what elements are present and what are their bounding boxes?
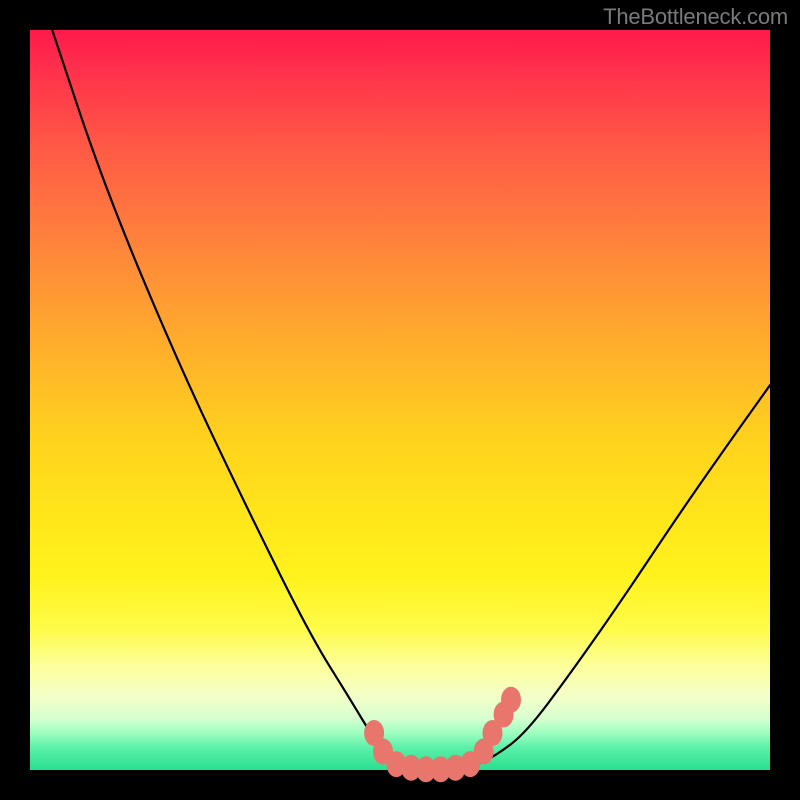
trough-markers	[364, 687, 521, 783]
plot-area	[30, 30, 770, 770]
chart-frame: TheBottleneck.com	[0, 0, 800, 800]
trough-marker	[501, 687, 521, 713]
bottleneck-curve-svg	[30, 30, 770, 770]
watermark-text: TheBottleneck.com	[603, 4, 788, 30]
bottleneck-curve	[52, 30, 770, 770]
